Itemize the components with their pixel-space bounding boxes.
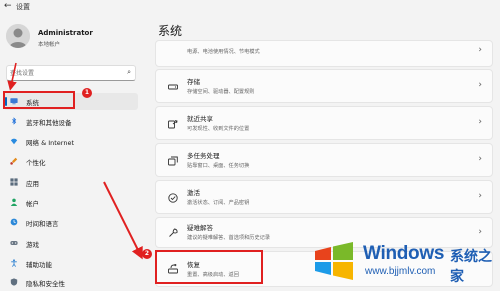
step-marker-1: 1 xyxy=(82,88,92,98)
highlight-system xyxy=(3,91,75,109)
windows-logo-icon xyxy=(315,242,353,280)
highlight-recovery xyxy=(155,250,263,284)
watermark-brand-cn: 系统之家 xyxy=(450,249,492,285)
step-marker-2: 2 xyxy=(142,249,152,259)
arrow-to-recovery xyxy=(103,181,143,260)
arrow-to-system xyxy=(7,62,17,91)
watermark-brand: Windows xyxy=(363,243,445,264)
watermark-url: www.bjjmlv.com xyxy=(365,266,436,277)
